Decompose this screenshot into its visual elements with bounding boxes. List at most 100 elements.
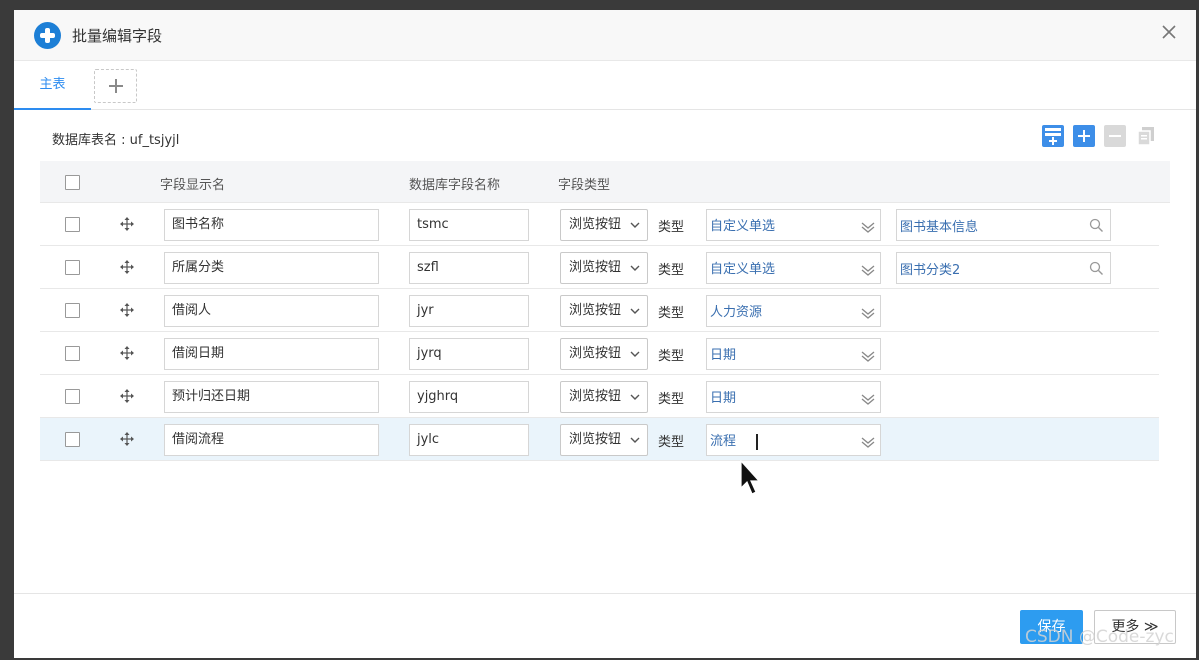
drag-move-icon[interactable] bbox=[120, 346, 134, 360]
dialog-title: 批量编辑字段 bbox=[72, 27, 163, 45]
display-name-input[interactable]: 借阅流程 bbox=[164, 424, 379, 456]
delete-row-button[interactable] bbox=[1104, 125, 1126, 147]
chevron-down-icon bbox=[630, 394, 640, 400]
header-db-field-name: 数据库字段名称 bbox=[409, 178, 501, 193]
field-type-value: 浏览按钮 bbox=[569, 389, 622, 404]
save-button[interactable]: 保存 bbox=[1020, 610, 1083, 644]
row-checkbox[interactable] bbox=[65, 389, 80, 404]
select-all-checkbox[interactable] bbox=[65, 175, 80, 190]
db-field-input[interactable]: jyrq bbox=[409, 338, 529, 370]
browse-type-select[interactable]: 自定义单选 bbox=[706, 252, 881, 284]
row-checkbox[interactable] bbox=[65, 217, 80, 232]
field-type-select[interactable]: 浏览按钮 bbox=[560, 295, 648, 327]
db-table-name-label: 数据库表名 : uf_tsjyjl bbox=[52, 133, 180, 148]
field-type-select[interactable]: 浏览按钮 bbox=[560, 209, 648, 241]
browse-type-value: 流程 bbox=[710, 434, 737, 449]
chevron-down-icon bbox=[630, 437, 640, 443]
display-name-input[interactable]: 所属分类 bbox=[164, 252, 379, 284]
reference-value: 图书基本信息 bbox=[900, 220, 979, 235]
title-bar: 批量编辑字段 bbox=[14, 10, 1196, 61]
db-field-input[interactable]: szfl bbox=[409, 252, 529, 284]
field-type-value: 浏览按钮 bbox=[569, 217, 622, 232]
search-icon[interactable] bbox=[1089, 218, 1104, 233]
text-cursor bbox=[756, 434, 758, 450]
field-type-select[interactable]: 浏览按钮 bbox=[560, 424, 648, 456]
drag-move-icon[interactable] bbox=[120, 432, 134, 446]
tab-bar: 主表 bbox=[14, 62, 1196, 110]
browse-type-select[interactable]: 人力资源 bbox=[706, 295, 881, 327]
type-label: 类型 bbox=[658, 263, 685, 278]
display-name-input[interactable]: 借阅日期 bbox=[164, 338, 379, 370]
browse-type-value: 日期 bbox=[710, 348, 737, 363]
table-row: 借阅人 jyr 浏览按钮 类型 人力资源 bbox=[40, 289, 1159, 332]
browse-type-select[interactable]: 日期 bbox=[706, 381, 881, 413]
header-display-name: 字段显示名 bbox=[160, 178, 226, 193]
header-field-type: 字段类型 bbox=[558, 178, 611, 193]
reference-browse-input[interactable]: 图书分类2 bbox=[896, 252, 1111, 284]
double-chevron-down-icon bbox=[861, 265, 875, 276]
add-row-button[interactable] bbox=[1073, 125, 1095, 147]
double-chevron-down-icon bbox=[861, 437, 875, 448]
db-field-input[interactable]: jyr bbox=[409, 295, 529, 327]
reference-value: 图书分类2 bbox=[900, 263, 961, 278]
db-field-input[interactable]: tsmc bbox=[409, 209, 529, 241]
drag-move-icon[interactable] bbox=[120, 217, 134, 231]
add-tab-button[interactable] bbox=[94, 69, 137, 103]
grid-header: 字段显示名 数据库字段名称 字段类型 bbox=[40, 161, 1170, 203]
browse-type-select[interactable]: 自定义单选 bbox=[706, 209, 881, 241]
insert-row-icon bbox=[1045, 128, 1061, 145]
close-icon[interactable] bbox=[1160, 23, 1178, 41]
browse-type-value: 人力资源 bbox=[710, 305, 763, 320]
double-chevron-down-icon bbox=[861, 351, 875, 362]
insert-row-button[interactable] bbox=[1042, 125, 1064, 147]
type-label: 类型 bbox=[658, 435, 685, 450]
drag-move-icon[interactable] bbox=[120, 389, 134, 403]
tab-main-table[interactable]: 主表 bbox=[14, 62, 91, 110]
row-checkbox[interactable] bbox=[65, 303, 80, 318]
plus-icon bbox=[1078, 130, 1090, 142]
app-logo-icon bbox=[34, 22, 61, 49]
drag-move-icon[interactable] bbox=[120, 260, 134, 274]
browse-type-value: 日期 bbox=[710, 391, 737, 406]
db-field-input[interactable]: yjghrq bbox=[409, 381, 529, 413]
field-type-value: 浏览按钮 bbox=[569, 260, 622, 275]
field-type-value: 浏览按钮 bbox=[569, 346, 622, 361]
display-name-input[interactable]: 借阅人 bbox=[164, 295, 379, 327]
double-chevron-down-icon bbox=[861, 394, 875, 405]
browse-type-value: 自定义单选 bbox=[710, 219, 776, 234]
db-field-input[interactable]: jylc bbox=[409, 424, 529, 456]
display-name-input[interactable]: 图书名称 bbox=[164, 209, 379, 241]
browse-type-value: 自定义单选 bbox=[710, 262, 776, 277]
chevron-down-icon bbox=[630, 308, 640, 314]
table-row: 所属分类 szfl 浏览按钮 类型 自定义单选 图书分类2 bbox=[40, 246, 1159, 289]
row-checkbox[interactable] bbox=[65, 260, 80, 275]
more-button[interactable]: 更多 ≫ bbox=[1094, 610, 1176, 644]
type-label: 类型 bbox=[658, 392, 685, 407]
type-label: 类型 bbox=[658, 220, 685, 235]
row-checkbox[interactable] bbox=[65, 432, 80, 447]
reference-browse-input[interactable]: 图书基本信息 bbox=[896, 209, 1111, 241]
table-row-selected: 借阅流程 jylc 浏览按钮 类型 流程 bbox=[40, 418, 1159, 461]
double-chevron-down-icon bbox=[861, 308, 875, 319]
dialog-footer: 保存 更多 ≫ bbox=[14, 593, 1196, 658]
browse-type-select[interactable]: 日期 bbox=[706, 338, 881, 370]
mouse-pointer-icon bbox=[740, 460, 761, 495]
copy-icon bbox=[1137, 127, 1154, 146]
browse-type-select[interactable]: 流程 bbox=[706, 424, 881, 456]
type-label: 类型 bbox=[658, 306, 685, 321]
chevron-down-icon bbox=[630, 265, 640, 271]
display-name-input[interactable]: 预计归还日期 bbox=[164, 381, 379, 413]
table-row: 图书名称 tsmc 浏览按钮 类型 自定义单选 图书基本信息 bbox=[40, 203, 1159, 246]
chevron-down-icon bbox=[630, 351, 640, 357]
minus-icon bbox=[1109, 135, 1121, 137]
copy-row-button[interactable] bbox=[1135, 125, 1157, 147]
field-type-select[interactable]: 浏览按钮 bbox=[560, 381, 648, 413]
field-type-select[interactable]: 浏览按钮 bbox=[560, 338, 648, 370]
row-checkbox[interactable] bbox=[65, 346, 80, 361]
table-row: 借阅日期 jyrq 浏览按钮 类型 日期 bbox=[40, 332, 1159, 375]
drag-move-icon[interactable] bbox=[120, 303, 134, 317]
field-type-value: 浏览按钮 bbox=[569, 303, 622, 318]
field-type-select[interactable]: 浏览按钮 bbox=[560, 252, 648, 284]
chevron-down-icon bbox=[630, 222, 640, 228]
search-icon[interactable] bbox=[1089, 261, 1104, 276]
